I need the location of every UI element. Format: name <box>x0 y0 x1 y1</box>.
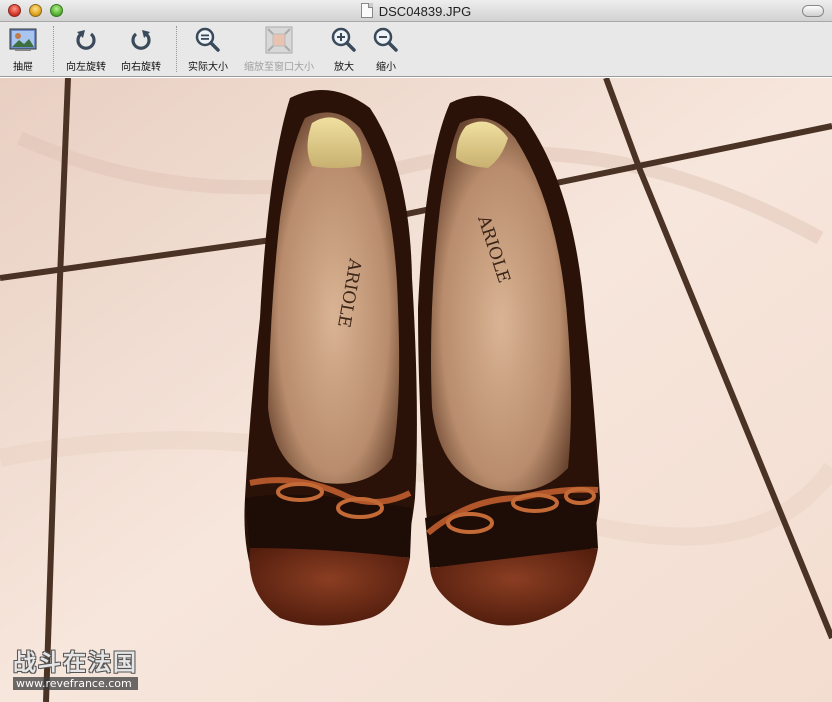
zoom-to-fit-label: 缩放至窗口大小 <box>244 62 314 73</box>
zoom-out-label: 缩小 <box>376 62 396 73</box>
actual-size-label: 实际大小 <box>188 62 228 73</box>
toolbar: 抽屉 向左旋转 向右旋转 实际大小 缩放至窗口大小 放大 缩小 <box>0 22 832 77</box>
rotate-right-icon <box>131 30 151 50</box>
zoom-in-icon <box>331 27 356 52</box>
window-title: DSC04839.JPG <box>378 4 472 19</box>
watermark-text: 战斗在法国 <box>13 650 138 676</box>
drawer-label: 抽屉 <box>13 62 33 73</box>
zoom-to-fit-button[interactable]: 缩放至窗口大小 <box>238 26 320 73</box>
zoom-in-button[interactable]: 放大 <box>328 26 360 73</box>
window-title-area: DSC04839.JPG <box>0 3 832 19</box>
photo-shoes-on-tile-floor: ARIOLE ARIOLE <box>0 78 832 702</box>
drawer-button[interactable]: 抽屉 <box>5 26 41 73</box>
watermark-url: www.revefrance.com <box>13 677 138 690</box>
toolbar-toggle-button[interactable] <box>802 5 824 17</box>
rotate-right-label: 向右旋转 <box>121 62 161 73</box>
rotate-left-icon <box>76 30 96 50</box>
rotate-left-label: 向左旋转 <box>66 62 106 73</box>
rotate-right-button[interactable]: 向右旋转 <box>115 26 167 73</box>
document-icon <box>360 3 373 18</box>
zoom-out-button[interactable]: 缩小 <box>370 26 402 73</box>
rotate-left-button[interactable]: 向左旋转 <box>60 26 112 73</box>
toolbar-separator <box>53 26 54 72</box>
toolbar-separator <box>176 26 177 72</box>
zoom-out-icon <box>373 27 398 52</box>
magnifier-actual-size-icon <box>195 27 220 52</box>
title-bar: DSC04839.JPG <box>0 0 832 22</box>
watermark: 战斗在法国 www.revefrance.com <box>13 650 138 690</box>
zoom-to-fit-icon <box>265 26 293 54</box>
image-viewport[interactable]: ARIOLE ARIOLE <box>0 78 832 702</box>
actual-size-button[interactable]: 实际大小 <box>183 26 233 73</box>
zoom-in-label: 放大 <box>334 62 354 73</box>
drawer-icon <box>9 28 37 51</box>
